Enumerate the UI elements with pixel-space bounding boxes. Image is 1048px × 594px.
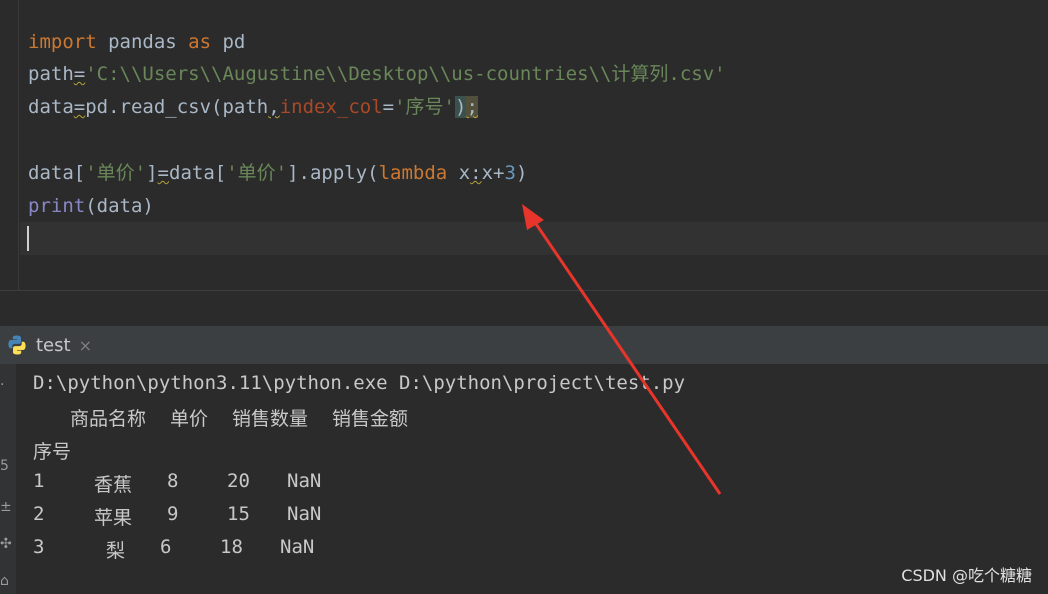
console-toolbar: · 5 ± ✣ ⌂	[0, 364, 16, 594]
param-index-col: index_col	[279, 96, 383, 118]
module-name: pandas	[96, 31, 189, 53]
close-icon[interactable]: ×	[79, 336, 92, 355]
column-header: 商品名称	[70, 408, 147, 430]
variable-path: path	[28, 63, 74, 85]
index-name: 序号	[33, 441, 72, 463]
cell-qty: 15	[227, 503, 250, 525]
cell-price: 6	[160, 536, 172, 558]
cell-amount: NaN	[280, 536, 315, 558]
cell-amount: NaN	[287, 503, 322, 525]
run-tab-label: test	[36, 334, 71, 356]
print-arguments: (data)	[85, 195, 154, 217]
code-line-1[interactable]: import pandas as pd	[28, 28, 245, 56]
cell-name: 苹果	[94, 507, 133, 529]
trash-icon[interactable]: ⌂	[0, 574, 12, 588]
console-command-line: D:\python\python3.11\python.exe D:\pytho…	[33, 372, 686, 394]
lambda-arg: x	[447, 162, 471, 184]
number-literal: 3	[504, 162, 516, 184]
run-tool-window-tabbar: test ×	[0, 326, 1048, 364]
code-token: ]	[146, 162, 158, 184]
editor-gutter-divider	[18, 0, 19, 290]
lambda-body: x+	[481, 162, 505, 184]
code-line-5[interactable]: data['单价']=data['单价'].apply(lambda x:x+3…	[28, 159, 527, 187]
builtin-print: print	[28, 195, 86, 217]
cell-name: 香蕉	[94, 474, 133, 496]
python-icon	[8, 335, 26, 355]
code-editor[interactable]: import pandas as pd path='C:\\Users\\Aug…	[0, 0, 1048, 290]
code-token: data[	[169, 162, 227, 184]
text-cursor	[27, 226, 29, 251]
keyword-import: import	[28, 31, 97, 53]
run-tab-test[interactable]: test ×	[0, 326, 100, 364]
column-header: 单价	[170, 408, 209, 430]
read-csv-call: pd.read_csv(path	[85, 96, 269, 118]
string-danjia: '单价'	[226, 162, 288, 184]
column-header: 销售数量	[232, 408, 309, 430]
assign-operator: =	[157, 162, 169, 184]
cell-price: 8	[167, 470, 179, 492]
comma: ,	[268, 96, 280, 118]
code-line-2[interactable]: path='C:\\Users\\Augustine\\Desktop\\us-…	[28, 60, 726, 88]
assign-operator: =	[73, 96, 86, 118]
settings-icon[interactable]: ✣	[0, 537, 12, 551]
row-index: 3	[33, 536, 45, 558]
assign-operator: =	[73, 63, 86, 85]
closing-paren: )	[515, 162, 528, 184]
alias-name: pd	[211, 31, 246, 53]
code-line-3[interactable]: data=pd.read_csv(path,index_col='序号');	[28, 93, 478, 121]
code-line-6[interactable]: print(data)	[28, 192, 154, 220]
path-string: 'C:\\Users\\Augustine\\Desktop\\us-count…	[85, 63, 726, 85]
column-header: 销售金额	[332, 408, 409, 430]
cell-amount: NaN	[287, 470, 322, 492]
run-console[interactable]: · 5 ± ✣ ⌂ D:\python\python3.11\python.ex…	[0, 364, 1048, 594]
cell-qty: 20	[227, 470, 250, 492]
closing-paren: )	[455, 96, 467, 118]
index-col-string: '序号'	[394, 96, 455, 118]
cell-name: 梨	[106, 540, 126, 562]
current-line-highlight	[20, 222, 1048, 255]
variable-data: data	[28, 96, 74, 118]
keyword-lambda: lambda	[378, 162, 448, 184]
apply-call: ].apply(	[287, 162, 379, 184]
param-equals: =	[382, 96, 395, 118]
pin-icon[interactable]: ±	[0, 500, 12, 514]
semicolon: ;	[466, 96, 478, 118]
cell-price: 9	[167, 503, 179, 525]
cell-qty: 18	[220, 536, 243, 558]
code-token: data[	[28, 162, 86, 184]
csdn-watermark: CSDN @吃个糖糖	[901, 566, 1032, 585]
lambda-colon: :	[470, 162, 482, 184]
rerun-icon[interactable]: ·	[0, 378, 12, 392]
panel-divider[interactable]	[0, 290, 1048, 327]
row-index: 1	[33, 470, 45, 492]
keyword-as: as	[188, 31, 212, 53]
string-danjia: '单价'	[85, 162, 147, 184]
row-index: 2	[33, 503, 45, 525]
stop-icon[interactable]: 5	[0, 459, 12, 473]
